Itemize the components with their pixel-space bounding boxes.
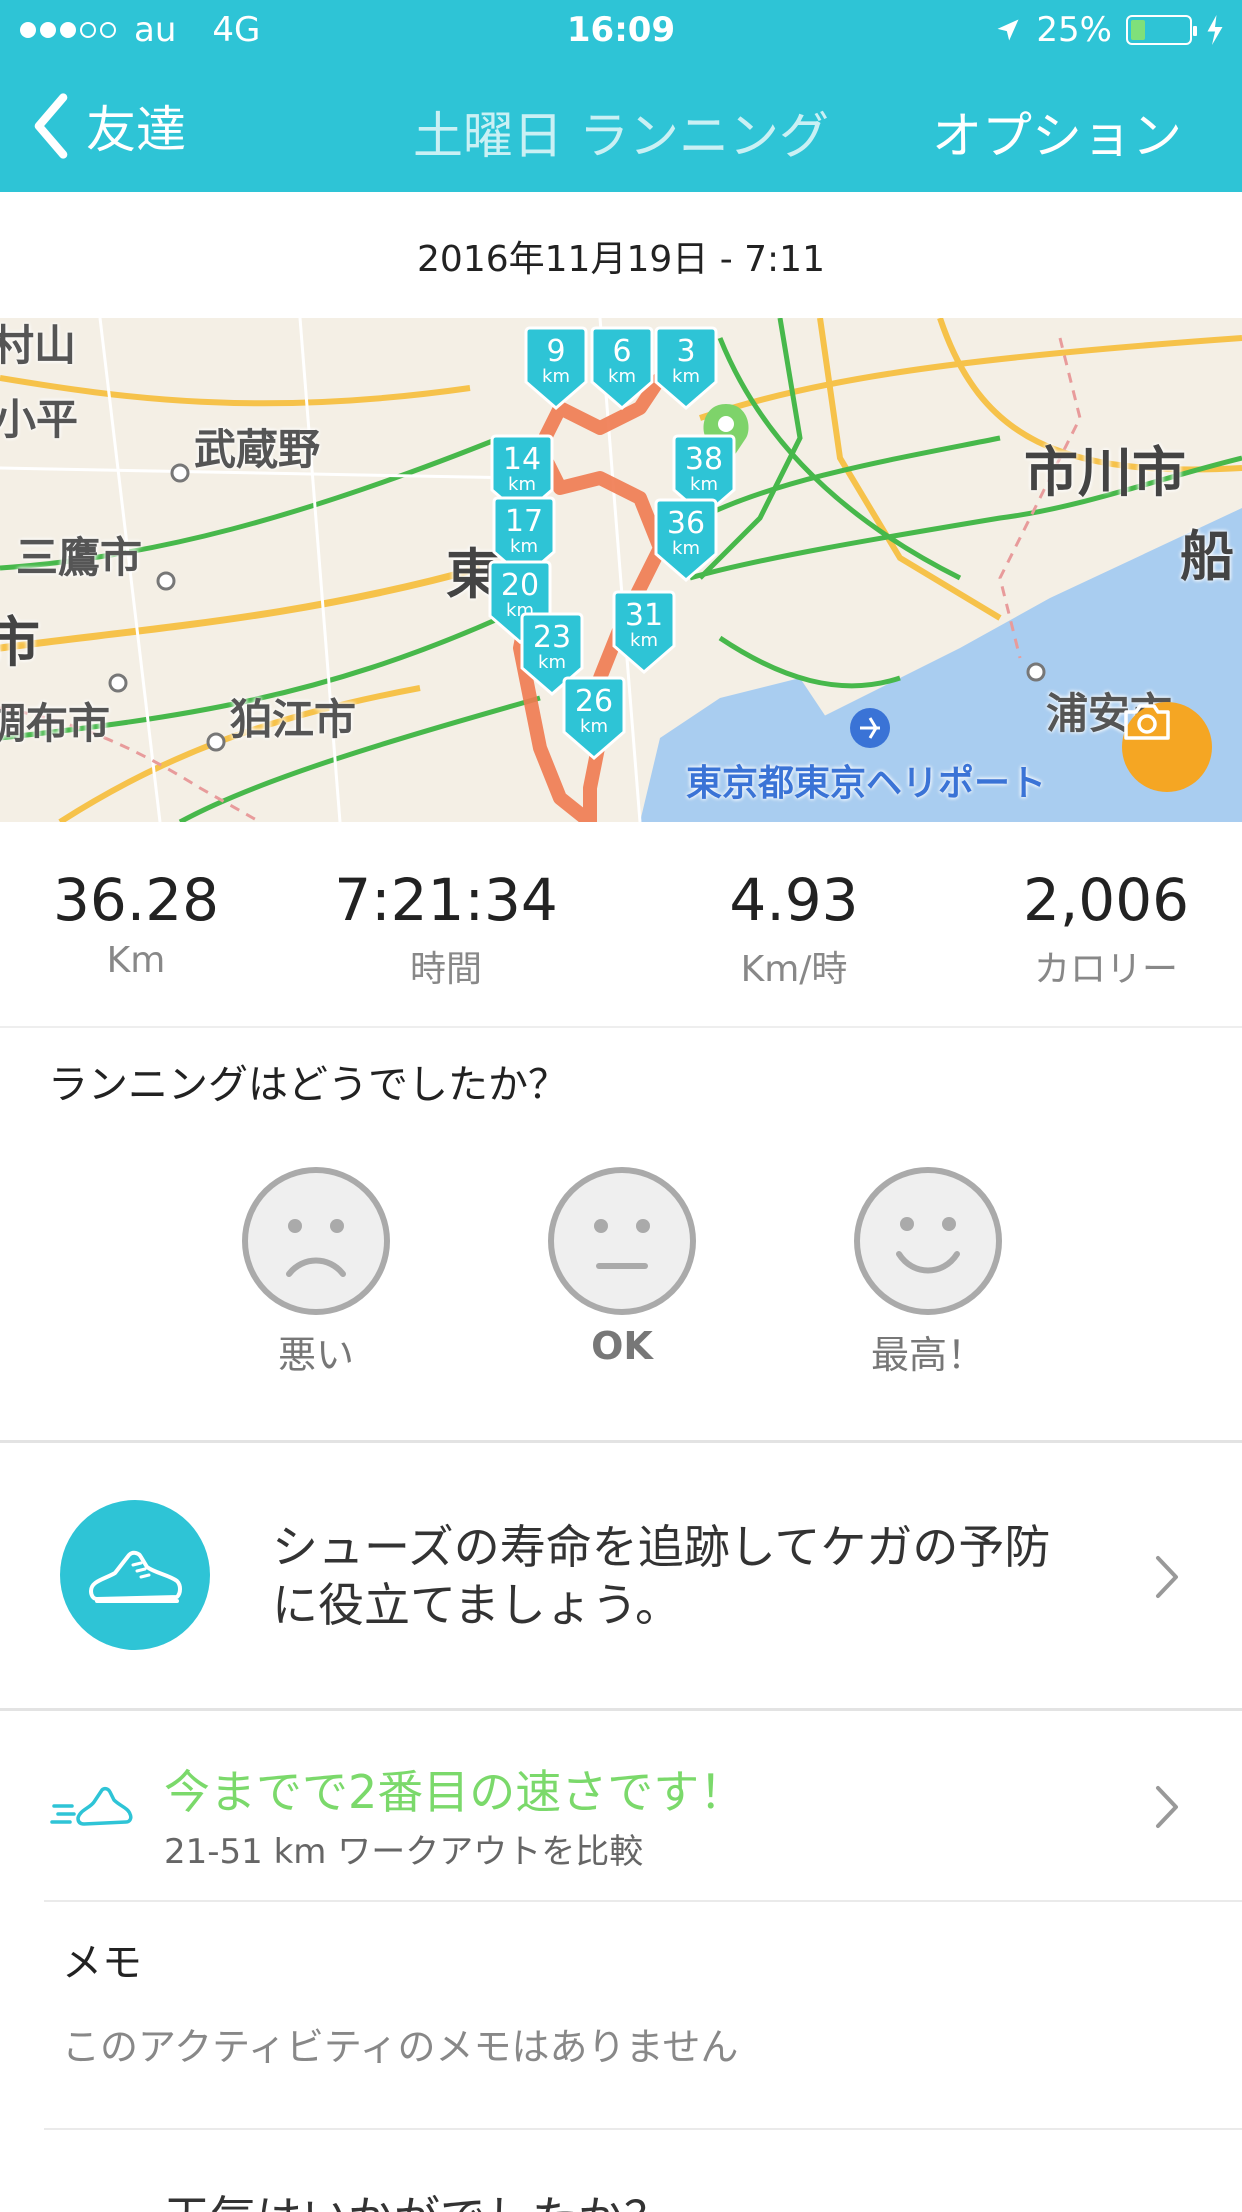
stats-row: 36.28 Km 7:21:34 時間 4.93 Km/時 2,006 カロリー [0,822,1242,1028]
shoe-tracker-text: シューズの寿命を追跡してケガの予防 に役立てましょう。 [272,1518,1112,1634]
map-label-kodaira: 小平 [0,395,79,444]
map-label-komae: 狛江市 [230,695,357,744]
km-marker-value: 3 [676,334,696,369]
km-marker-value: 14 [502,442,542,477]
stat-duration-value: 7:21:34 [334,866,558,934]
km-marker-unit: km [672,366,700,387]
km-marker-value: 23 [532,620,572,655]
km-marker-unit: km [672,538,700,559]
stat-calories-value: 2,006 [1022,866,1190,934]
status-bar: au 4G 16:09 25% [0,0,1242,60]
shoe-tracker-line2: に役立てましょう。 [272,1578,681,1632]
feedback-great-label: 最高！ [870,1333,985,1377]
map-label-chofu: 調布市 [0,699,111,748]
performance-comparison-row[interactable]: 今までで2番目の速さです！ 21-51 km ワークアウトを比較 [44,1712,1242,1902]
km-marker-value: 17 [504,504,544,539]
map-label-heliport: 東京都東京ヘリポート [686,763,1047,804]
km-marker-value: 9 [546,334,566,369]
stat-calories-label: カロリー [1033,949,1178,990]
chevron-right-icon [1156,1786,1178,1828]
map-label-ichikawa: 市川市 [1024,441,1186,504]
km-marker-6: 6 km [590,324,654,410]
stat-calories: 2,006 カロリー [1006,866,1206,992]
km-marker-value: 31 [624,598,664,633]
stat-distance-value: 36.28 [52,866,220,934]
feedback-options: 悪い OK 最高！ [0,1166,1242,1377]
top-bar: au 4G 16:09 25% 友達 土曜日 ランニング オプション [0,0,1242,192]
km-marker-unit: km [580,716,608,737]
camera-icon [1124,704,1170,740]
feedback-bad-button[interactable]: 悪い [236,1166,396,1379]
km-marker-value: 6 [612,334,632,369]
km-marker-31: 31 km [612,588,676,674]
km-marker-36: 36 km [654,496,718,582]
running-shoe-speed-icon [50,1786,133,1826]
km-marker-unit: km [538,652,566,673]
shoe-tracker-row[interactable]: シューズの寿命を追跡してケガの予防 に役立てましょう。 [0,1444,1242,1708]
section-divider [0,1440,1242,1443]
km-marker-value: 36 [666,506,706,541]
km-marker-26: 26 km [562,674,626,760]
options-button[interactable]: オプション [932,96,1182,168]
happy-face-icon [854,1167,1002,1315]
activity-date: 2016年11月19日 - 7:11 [417,239,825,280]
km-marker-value: 26 [574,684,614,719]
feedback-ok-label: OK [591,1324,653,1368]
km-marker-3: 3 km [654,324,718,410]
map-label-city: 市 [0,611,40,674]
km-marker-9: 9 km [524,324,588,410]
feedback-ok-button[interactable]: OK [542,1166,702,1368]
feedback-question: ランニングはどうでしたか？ [48,1062,568,1108]
location-arrow-icon [997,19,1019,41]
km-marker-unit: km [690,474,718,495]
chevron-right-icon [1156,1556,1178,1598]
feedback-bad-label: 悪い [277,1333,354,1377]
stat-speed-value: 4.93 [729,866,859,934]
map-label-musashino: 武蔵野 [194,425,321,474]
shoe-tracker-line1: シューズの寿命を追跡してケガの予防 [272,1520,1051,1574]
shoe-badge [60,1500,210,1650]
stat-distance: 36.28 Km [36,866,236,981]
add-photo-button[interactable] [1122,702,1212,792]
stat-distance-label: Km [106,940,166,981]
feedback-great-button[interactable]: 最高！ [848,1166,1008,1379]
stat-duration: 7:21:34 時間 [326,866,566,992]
map-label-funabashi: 船 [1180,525,1234,588]
neutral-face-icon [548,1167,696,1315]
memo-label: メモ [62,1940,142,1986]
performance-subtitle: 21-51 km ワークアウトを比較 [164,1832,644,1872]
km-marker-unit: km [508,474,536,495]
km-marker-value: 20 [500,568,540,603]
charging-bolt-icon [1207,15,1223,45]
weather-question-row[interactable]: 天気はいかがでしたか？ [44,2172,1242,2212]
km-marker-unit: km [630,630,658,651]
weather-icon [64,2190,124,2212]
stat-duration-label: 時間 [409,949,482,990]
battery-percent: 25% [1036,10,1112,50]
nav-bar: 友達 土曜日 ランニング オプション [0,60,1242,192]
stat-speed: 4.93 Km/時 [694,866,894,992]
memo-field[interactable]: このアクティビティのメモはありません [62,2016,738,2071]
km-marker-unit: km [608,366,636,387]
shoe-icon [89,1550,182,1603]
map-label-murayama: 村山 [0,321,77,370]
performance-title: 今までで2番目の速さです！ [164,1765,746,1819]
stat-speed-label: Km/時 [740,949,848,990]
km-marker-value: 38 [684,442,724,477]
memo-divider [44,2128,1242,2130]
section-divider-2 [0,1708,1242,1711]
battery-icon [1126,15,1197,45]
km-marker-unit: km [510,536,538,557]
map-label-mitaka: 三鷹市 [16,533,143,582]
route-map[interactable]: 村山 小平 武蔵野 三鷹市 市 調布市 狛江市 東 市川市 船 浦安市 東京都東… [0,318,1242,822]
sad-face-icon [242,1167,390,1315]
km-marker-unit: km [542,366,570,387]
status-right: 25% [994,10,1224,50]
